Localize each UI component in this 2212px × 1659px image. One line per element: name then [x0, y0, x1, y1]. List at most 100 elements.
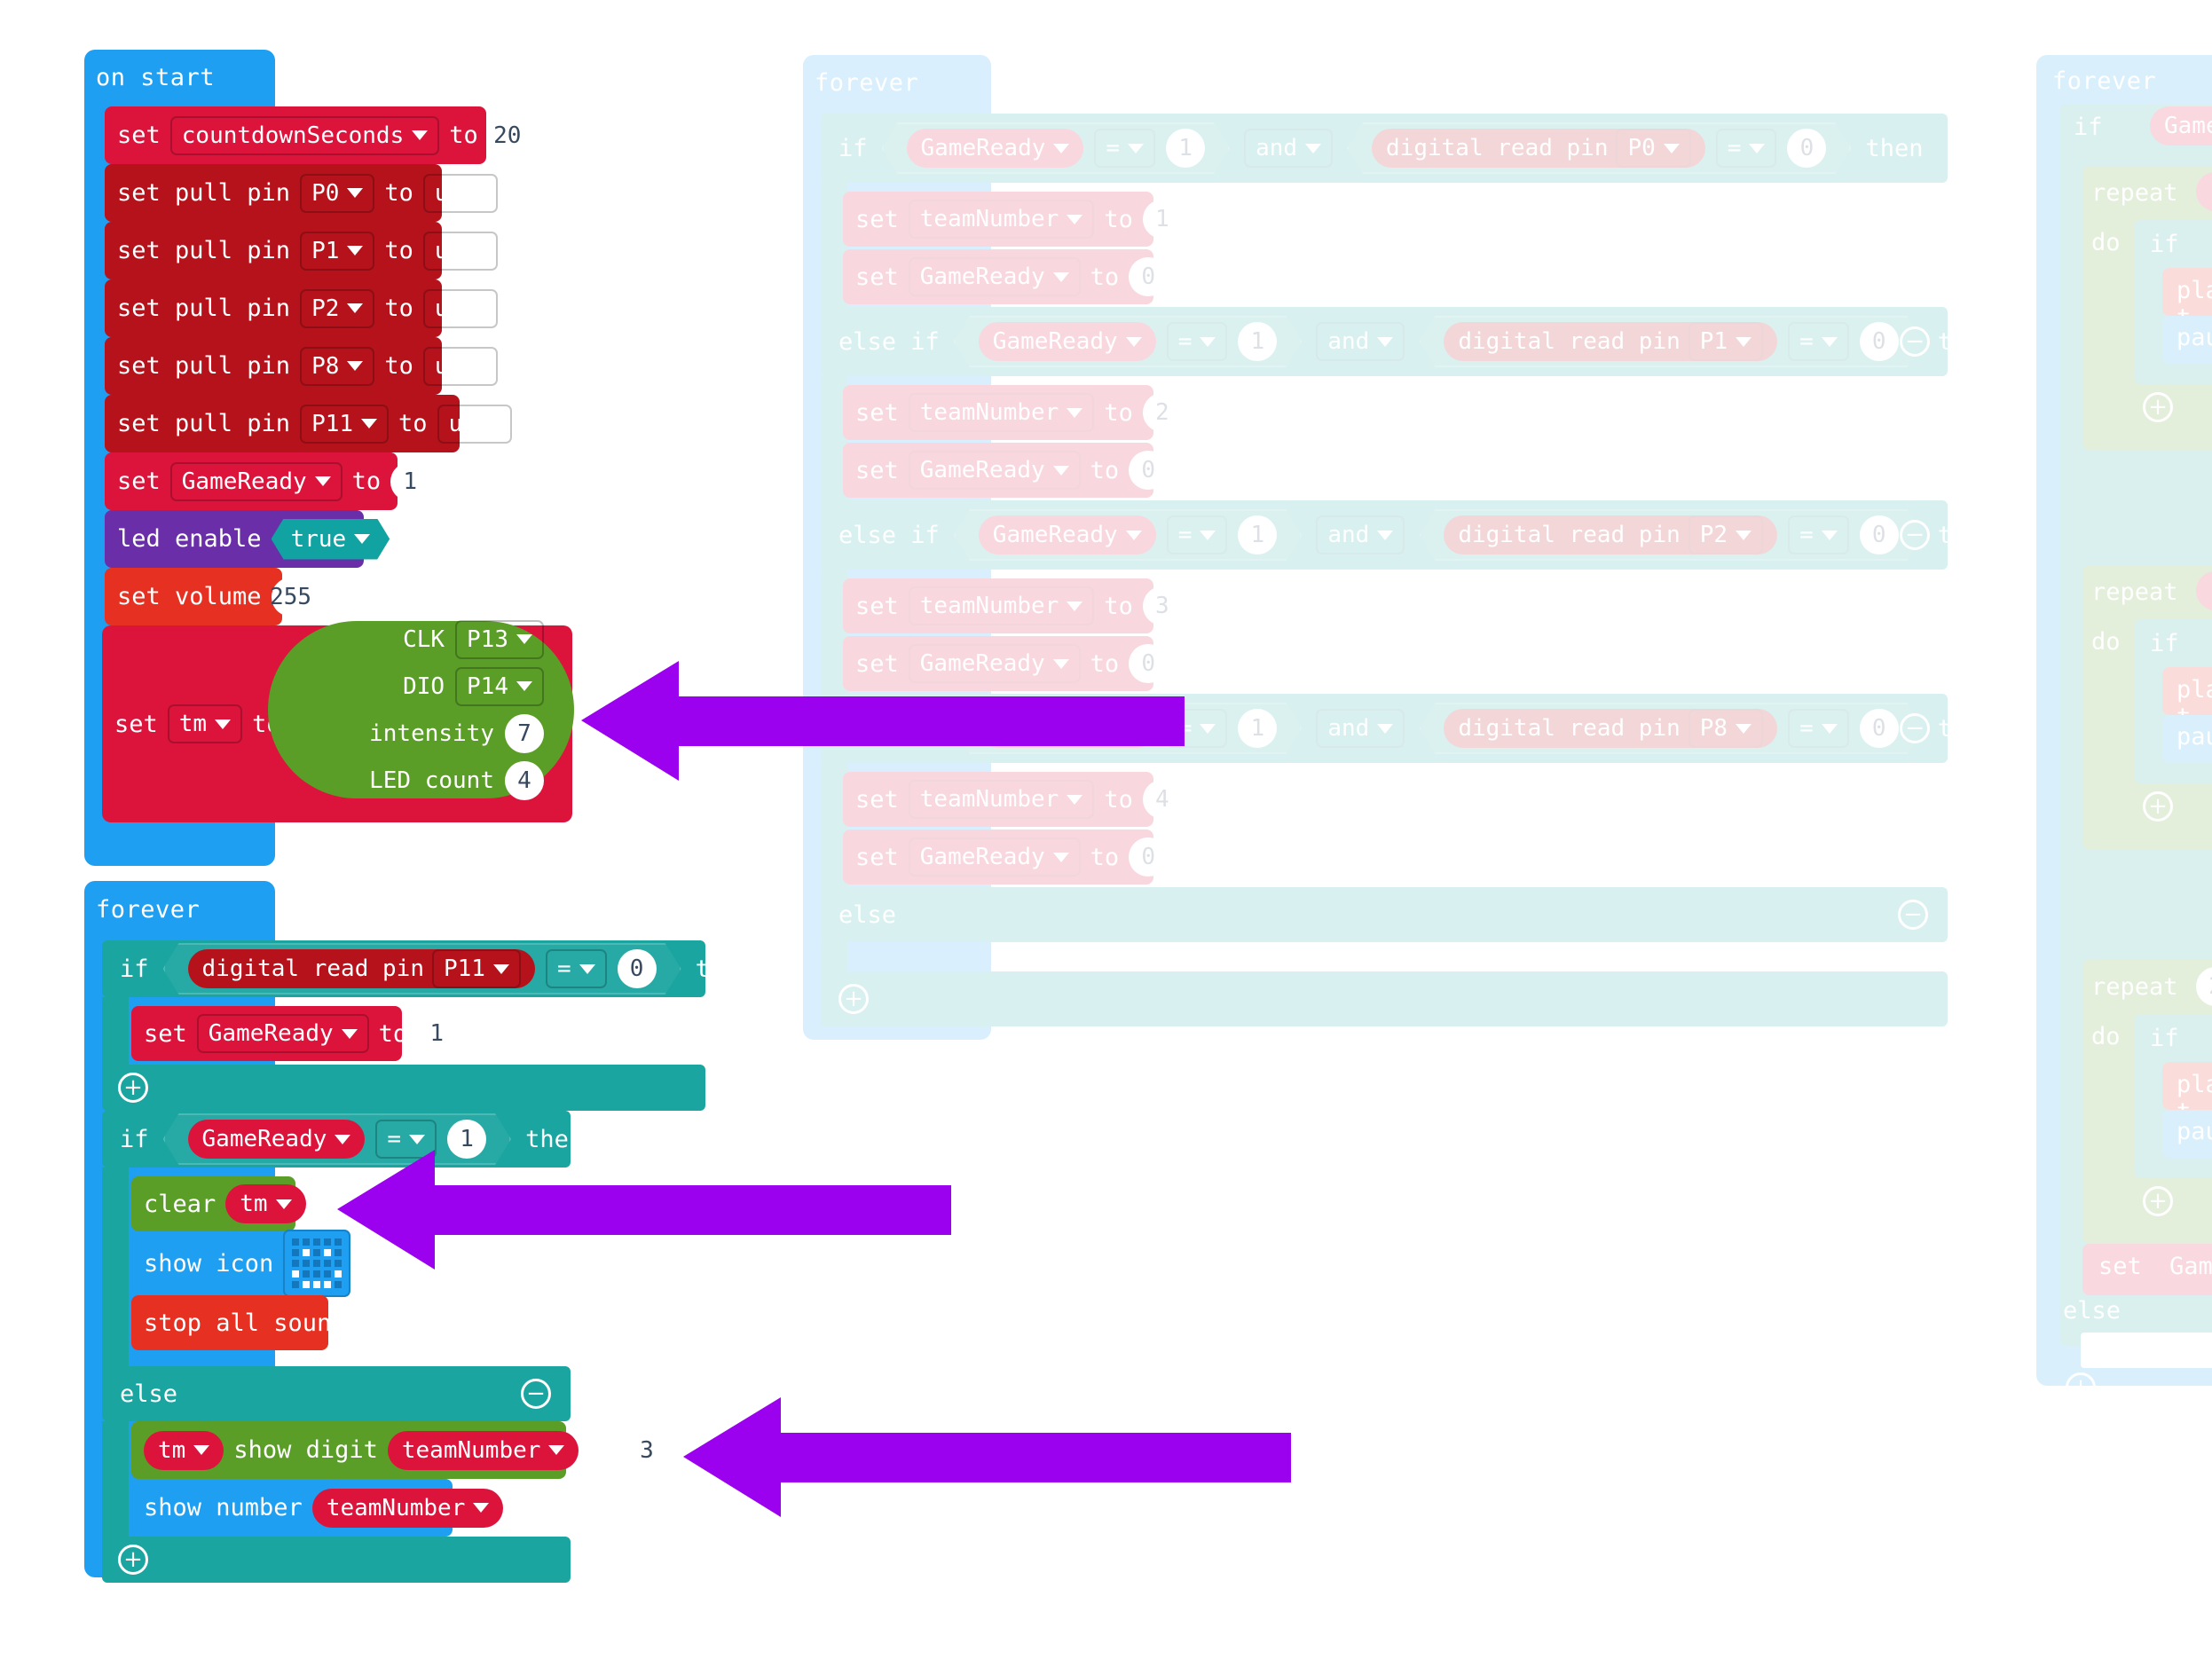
set-pull-pin-p11-block[interactable]: set pull pin P11 to up	[105, 395, 512, 452]
set-gameready-1-block[interactable]: set GameReady to 1	[131, 1006, 457, 1061]
and-operator-dropdown[interactable]: and	[1316, 515, 1405, 554]
volume-value[interactable]: 255	[270, 577, 311, 617]
right-empty-slot[interactable]	[2081, 1333, 2212, 1368]
right-add-branch-icon-0[interactable]: +	[2143, 392, 2173, 422]
gameready-value[interactable]: 1	[417, 1014, 457, 1053]
and-operator-dropdown[interactable]: and	[1316, 322, 1405, 361]
variable-dropdown-teamnumber[interactable]: teamNumber	[909, 586, 1095, 625]
variable-dropdown-teamnumber[interactable]: teamNumber	[909, 780, 1095, 819]
show-number-block[interactable]: show number teamNumber	[131, 1479, 504, 1537]
if1-footer[interactable]: +	[102, 1065, 705, 1111]
compare-value-2[interactable]: 0	[1860, 515, 1899, 554]
pull-mode-dropdown-p11[interactable]: up	[437, 404, 512, 444]
pull-mode-dropdown-p1[interactable]: up	[422, 231, 499, 271]
pin-dropdown-p2[interactable]: P2	[300, 288, 375, 328]
remove-branch-icon[interactable]: −	[1898, 900, 1928, 930]
right-add-branch-icon-1[interactable]: +	[2143, 791, 2173, 822]
pin-dropdown-p11[interactable]: P11	[432, 949, 521, 988]
pin-dropdown[interactable]: P1	[1689, 322, 1763, 361]
if2-footer[interactable]: +	[102, 1537, 571, 1583]
comparison-operator-dropdown[interactable]: =	[1167, 515, 1228, 554]
teamnumber-variable-reporter[interactable]: teamNumber	[387, 1430, 579, 1470]
branch-header-0[interactable]: if GameReady = 1 and digital read pin P0…	[821, 114, 1948, 183]
pin-dropdown[interactable]: P8	[1689, 709, 1763, 748]
comparison-operator-dropdown-2[interactable]: =	[1788, 709, 1849, 748]
set-volume-block[interactable]: set volume 255	[105, 568, 311, 625]
variable-dropdown-gameready[interactable]: GameReady	[169, 461, 342, 501]
condition-hex-slot[interactable]: GameReady = 1	[882, 122, 1231, 174]
variable-dropdown-gameready[interactable]: GameReady	[196, 1014, 369, 1053]
teamnumber-value[interactable]: 2	[1142, 393, 1182, 432]
set-teamnumber-1-block[interactable]: set teamNumber to 1	[843, 192, 1182, 247]
else-row[interactable]: else −	[102, 1366, 571, 1421]
digital-read-pin-reporter[interactable]: digital read pin P2	[1444, 515, 1777, 554]
set-gameready-block[interactable]: set GameReady to 1	[105, 452, 430, 510]
teamnumber-variable-reporter[interactable]: teamNumber	[311, 1488, 504, 1528]
gameready-variable-reporter[interactable]: GameReady	[979, 322, 1156, 361]
tm-variable-reporter[interactable]: tm	[144, 1430, 224, 1470]
variable-dropdown-teamnumber[interactable]: teamNumber	[909, 200, 1095, 239]
tm-show-digit-block[interactable]: tm show digit teamNumber at 3	[131, 1421, 666, 1479]
set-gameready-0-block[interactable]: set GameReady to 0	[843, 443, 1169, 498]
compare-value-2[interactable]: 0	[1860, 322, 1899, 361]
set-gameready-0-block[interactable]: set GameReady to 0	[843, 830, 1169, 885]
add-branch-icon[interactable]: +	[838, 984, 869, 1014]
add-branch-icon[interactable]: +	[118, 1073, 148, 1103]
pin-dropdown-p8[interactable]: P8	[300, 346, 375, 386]
digital-read-pin-reporter[interactable]: digital read pin P1	[1444, 322, 1777, 361]
digital-read-pin-reporter[interactable]: digital read pin P8	[1444, 709, 1777, 748]
condition-hex-slot-2[interactable]: digital read pin P1 = 0	[1419, 316, 1923, 367]
condition-hex-slot[interactable]: GameReady = 1	[954, 509, 1303, 561]
compare-value-2[interactable]: 0	[1787, 129, 1826, 168]
variable-dropdown-countdownseconds[interactable]: countdownSeconds	[169, 115, 440, 155]
compare-value-2[interactable]: 0	[1860, 709, 1899, 748]
comparison-operator-dropdown-2[interactable]: =	[1788, 322, 1849, 361]
teamnumber-value[interactable]: 1	[1142, 200, 1182, 239]
intensity-value[interactable]: 7	[505, 713, 544, 753]
remove-branch-icon[interactable]: −	[1900, 713, 1930, 743]
pull-mode-dropdown-p0[interactable]: up	[422, 173, 499, 213]
tm-variable-reporter[interactable]: tm	[225, 1184, 306, 1223]
remove-branch-icon[interactable]: −	[521, 1379, 551, 1409]
forever-right-stack-ghost[interactable]: forever if GameR repeat cou do if play t…	[2036, 55, 2212, 1386]
middle-if-footer[interactable]: +	[821, 971, 1948, 1026]
boolean-dropdown-true[interactable]: true	[272, 519, 390, 560]
digital-read-pin-reporter[interactable]: digital read pin P0	[1372, 129, 1705, 168]
comparison-operator-dropdown-2[interactable]: =	[1788, 515, 1849, 554]
set-pull-pin-p8-block[interactable]: set pull pin P8 to up	[105, 337, 499, 395]
clear-tm-block[interactable]: clear tm	[131, 1176, 306, 1231]
remove-branch-icon[interactable]: −	[1900, 520, 1930, 550]
pull-mode-dropdown-p2[interactable]: up	[422, 288, 499, 328]
variable-dropdown-gameready[interactable]: GameReady	[909, 837, 1081, 877]
right-add-branch-icon-2[interactable]: +	[2143, 1186, 2173, 1216]
branch-header-2[interactable]: else if GameReady = 1 and digital read p…	[821, 500, 1996, 570]
ledcount-value[interactable]: 4	[505, 760, 544, 800]
pin-dropdown-p1[interactable]: P1	[300, 231, 375, 271]
compare-value[interactable]: 1	[1238, 515, 1277, 554]
pull-mode-dropdown-p8[interactable]: up	[422, 346, 499, 386]
teamnumber-value[interactable]: 4	[1142, 780, 1182, 819]
show-icon-block[interactable]: show icon	[131, 1230, 374, 1297]
comparison-operator-dropdown-2[interactable]: =	[1716, 129, 1777, 168]
gameready-value[interactable]: 0	[1129, 257, 1169, 296]
gameready-variable-reporter[interactable]: GameReady	[979, 515, 1156, 554]
blocks-workspace[interactable]: on start set countdownSeconds to 20 set …	[0, 0, 2212, 1659]
digit-position-value[interactable]: 3	[626, 1430, 666, 1470]
gameready-variable-reporter[interactable]: GameReady	[907, 129, 1084, 168]
condition-hex-slot[interactable]: digital read pin P11 = 0	[163, 943, 681, 995]
and-operator-dropdown[interactable]: and	[1244, 129, 1333, 168]
variable-dropdown-tm[interactable]: tm	[167, 704, 243, 743]
set-teamnumber-3-block[interactable]: set teamNumber to 3	[843, 578, 1182, 633]
middle-else-row[interactable]: else −	[821, 887, 1948, 942]
right-gameready-reporter[interactable]: GameR	[2150, 106, 2212, 145]
pin-dropdown-p0[interactable]: P0	[300, 173, 375, 213]
comparison-operator-dropdown[interactable]: =	[546, 949, 607, 988]
set-gameready-0-block[interactable]: set GameReady to 0	[843, 249, 1169, 304]
condition-hex-slot[interactable]: GameReady = 1	[954, 316, 1303, 367]
set-countdownseconds-block[interactable]: set countdownSeconds to 20	[105, 106, 527, 164]
led-enable-block[interactable]: led enable true	[105, 510, 364, 568]
compare-value[interactable]: 0	[618, 949, 657, 988]
add-branch-icon[interactable]: +	[118, 1545, 148, 1575]
dio-pin-dropdown[interactable]: P14	[455, 666, 544, 706]
gameready-value[interactable]: 0	[1129, 837, 1169, 877]
